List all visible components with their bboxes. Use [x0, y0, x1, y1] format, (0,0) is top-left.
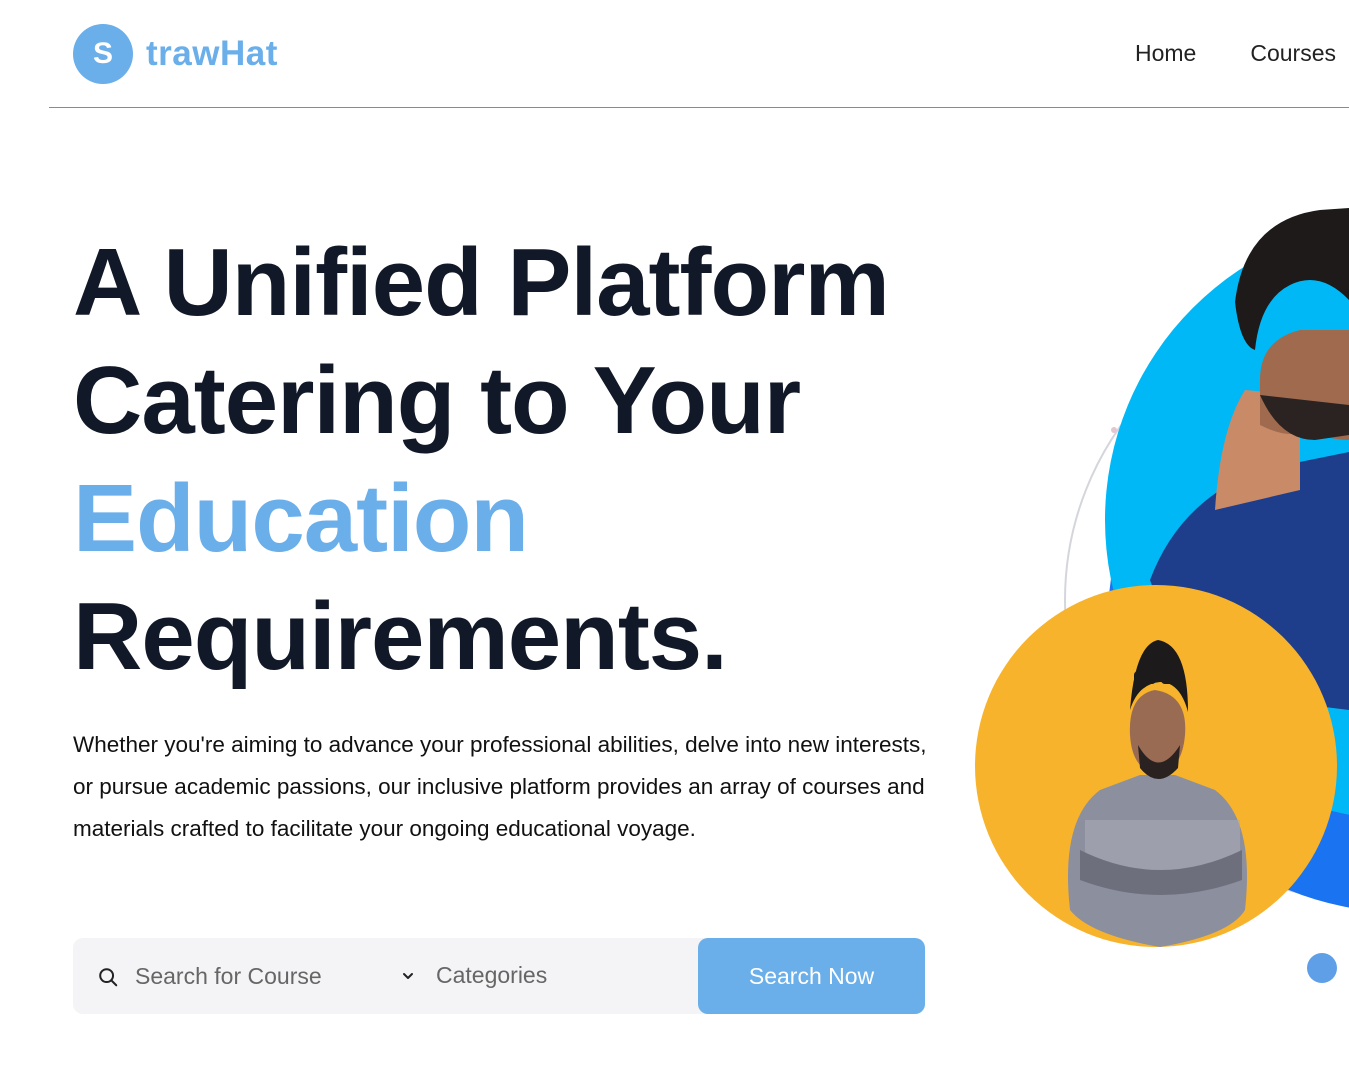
course-search-bar: Categories Search Now	[73, 938, 925, 1014]
hero-title: A Unified Platform Catering to Your Educ…	[73, 224, 953, 696]
nav-item-home[interactable]: Home	[1135, 40, 1196, 67]
site-header: S trawHat Home Courses	[49, 0, 1349, 108]
hero-illustration	[975, 208, 1349, 983]
brand-name: trawHat	[146, 34, 278, 73]
hero-title-line: A Unified Platform	[73, 229, 890, 336]
nav-item-courses[interactable]: Courses	[1250, 40, 1336, 67]
decor-dot	[1307, 953, 1337, 983]
logo-badge: S	[73, 24, 133, 84]
hero-title-line: Requirements.	[73, 583, 728, 690]
hero-description: Whether you're aiming to advance your pr…	[73, 732, 927, 841]
page: S trawHat Home Courses A Unified Platfor…	[0, 0, 1349, 1079]
chevron-down-icon[interactable]	[401, 969, 415, 983]
search-input[interactable]	[135, 956, 385, 996]
brand-logo[interactable]: S trawHat	[73, 24, 278, 84]
search-icon	[99, 968, 118, 987]
hero-title-line: Catering to Your	[73, 347, 801, 454]
main-nav: Home Courses	[1135, 40, 1336, 67]
search-now-button[interactable]: Search Now	[698, 938, 925, 1014]
hero-title-accent: Education	[73, 465, 529, 572]
categories-select[interactable]: Categories	[436, 962, 547, 989]
decor-dot	[1111, 427, 1117, 433]
